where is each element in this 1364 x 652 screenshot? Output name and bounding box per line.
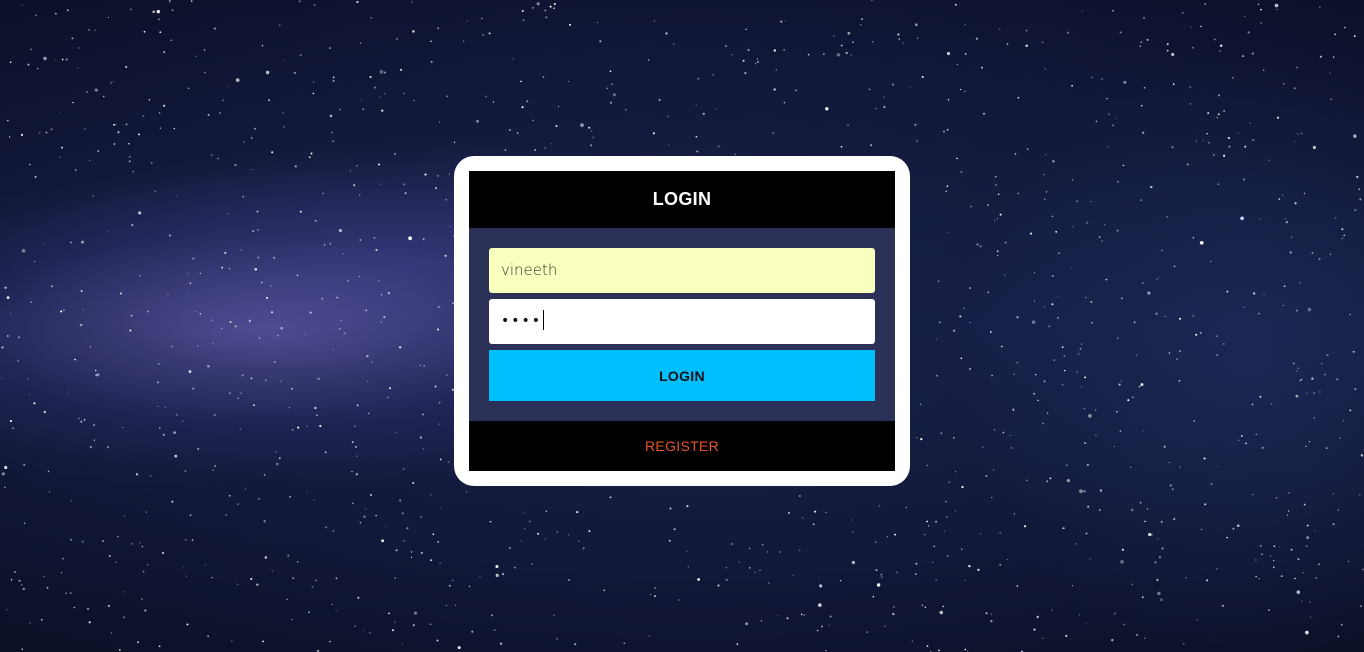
login-form: vineeth •••• LOGIN	[469, 228, 895, 421]
password-value: ••••	[501, 313, 543, 329]
username-value: vineeth	[501, 261, 558, 279]
login-card: LOGIN vineeth •••• LOGIN REGISTER	[454, 156, 910, 486]
password-input[interactable]: ••••	[489, 299, 875, 344]
username-input[interactable]: vineeth	[489, 248, 875, 293]
register-link[interactable]: REGISTER	[645, 438, 719, 454]
login-title: LOGIN	[652, 189, 712, 209]
login-header: LOGIN	[469, 171, 895, 228]
login-button[interactable]: LOGIN	[489, 350, 875, 401]
login-footer: REGISTER	[469, 421, 895, 471]
text-caret	[543, 309, 545, 330]
